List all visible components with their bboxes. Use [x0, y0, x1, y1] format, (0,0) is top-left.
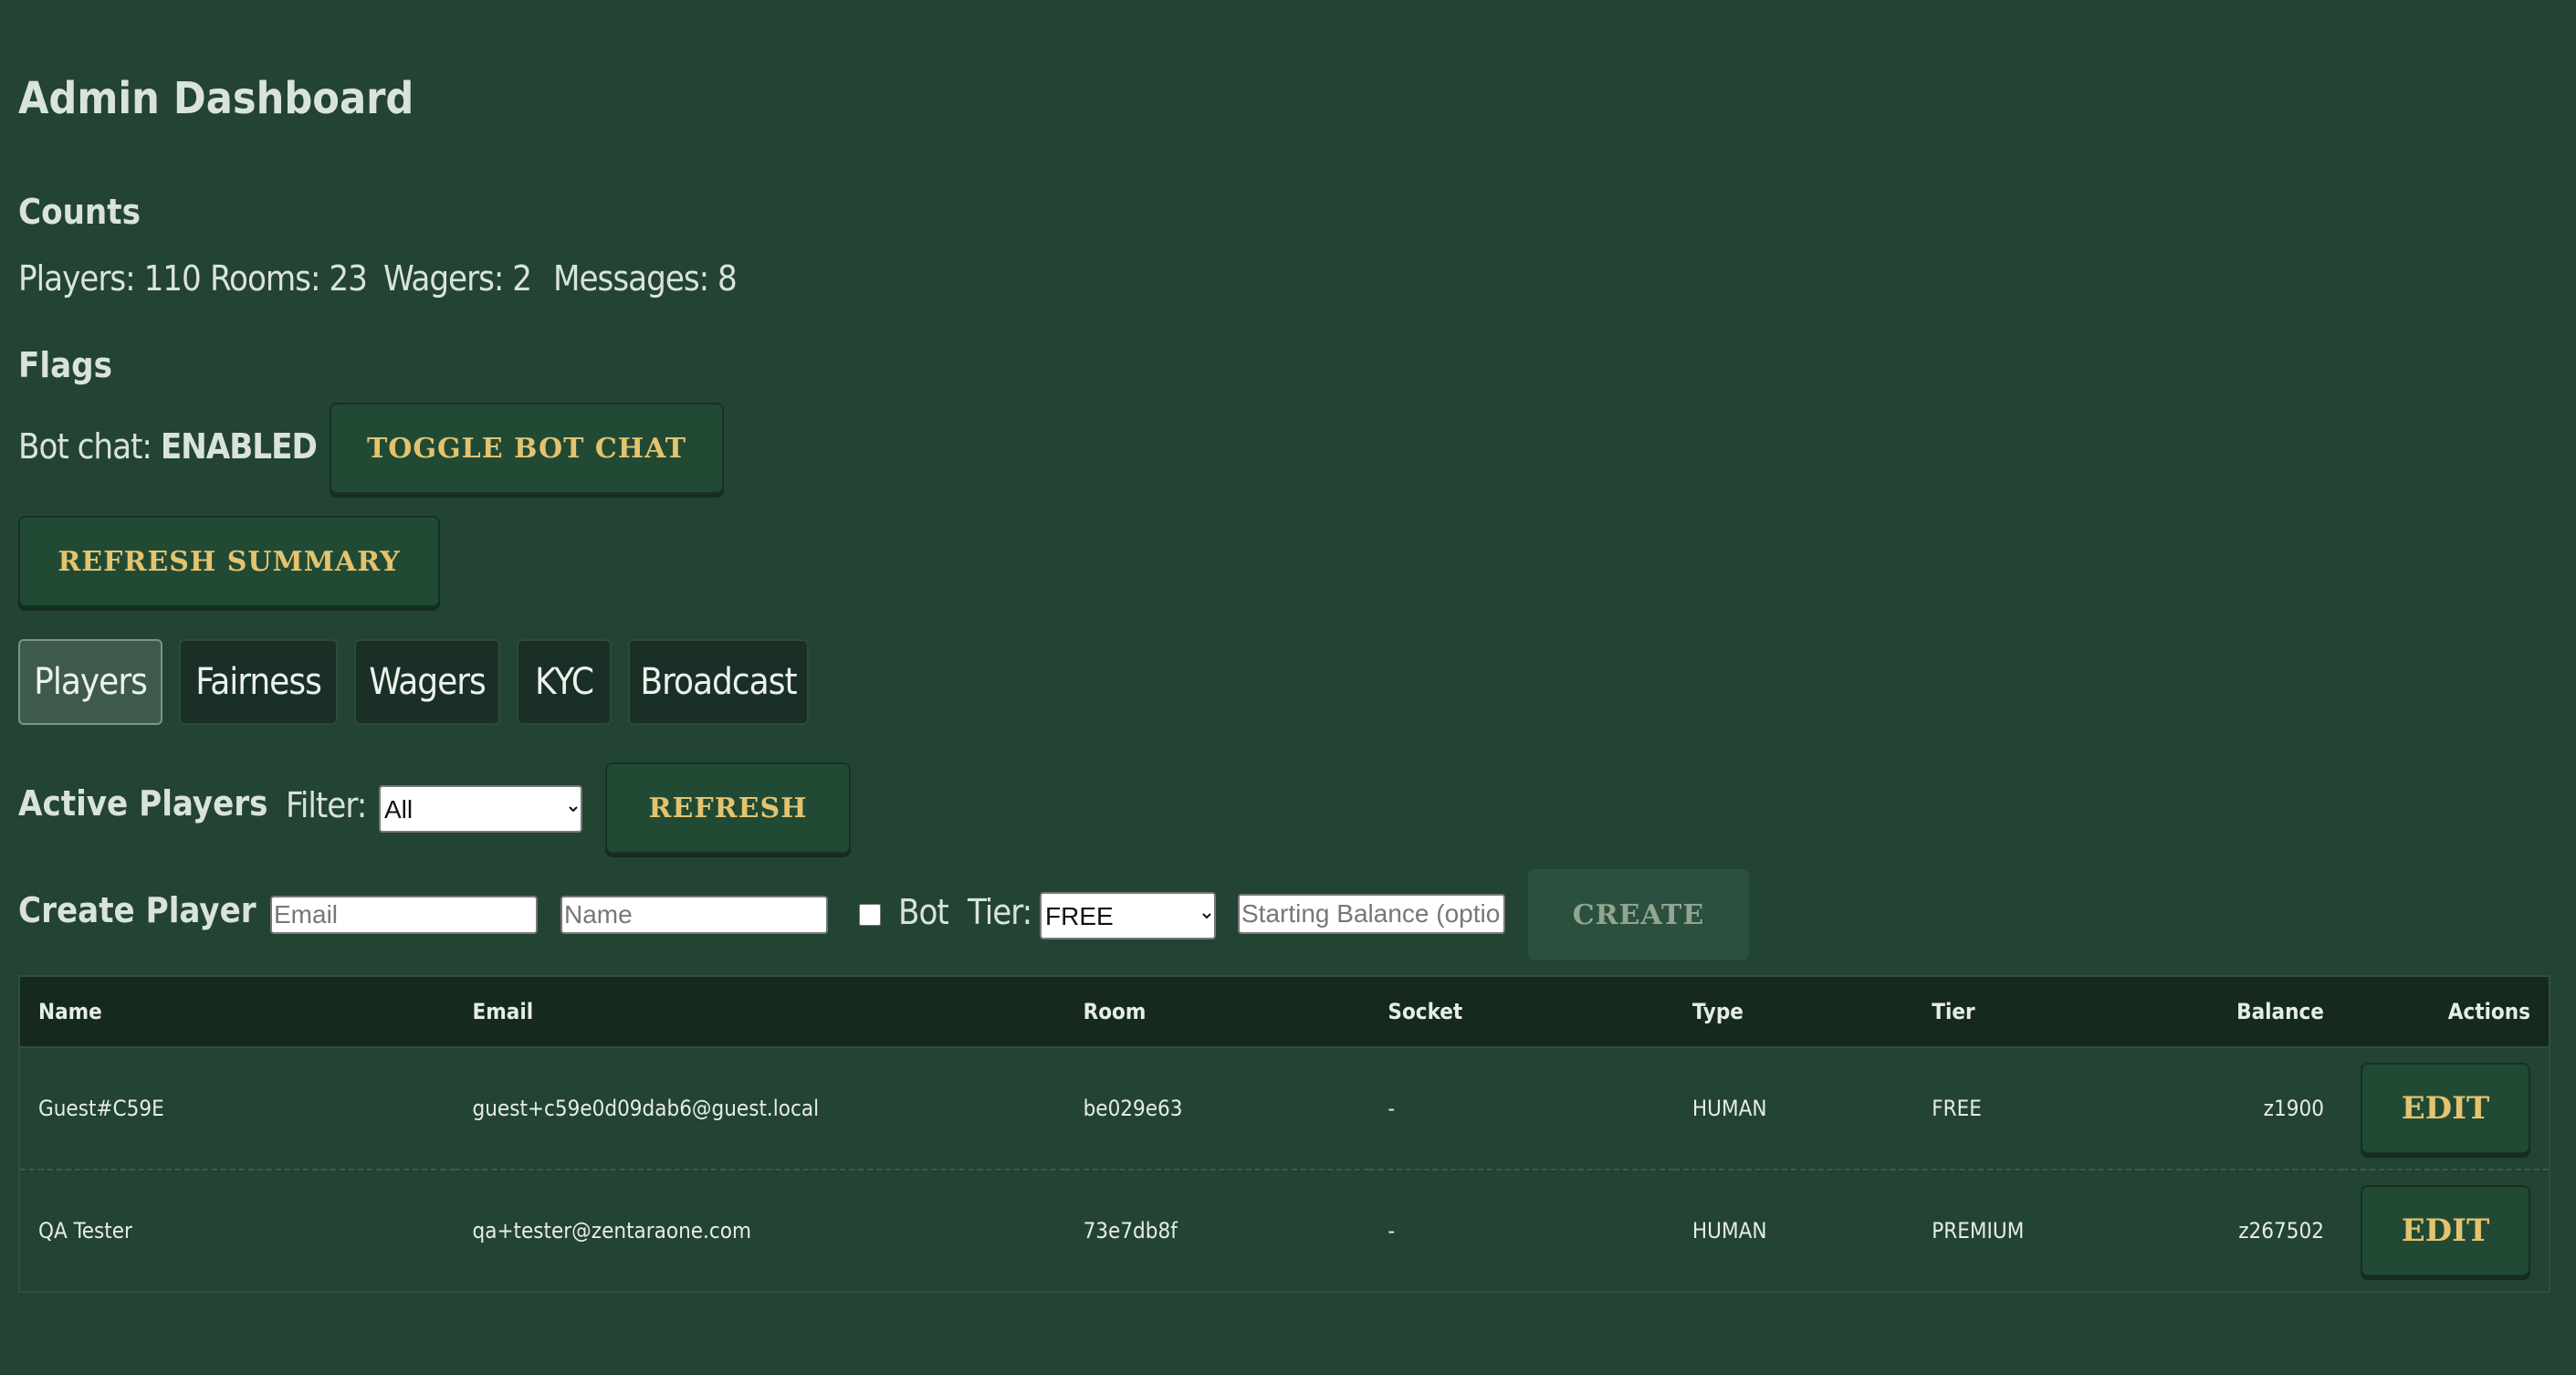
cell-actions: EDIT — [2341, 1170, 2550, 1293]
cell-name: Guest#C59E — [19, 1047, 455, 1170]
edit-button[interactable]: EDIT — [2361, 1063, 2530, 1154]
flags-heading: Flags — [18, 345, 112, 385]
column-header-balance: Balance — [2140, 976, 2342, 1048]
active-players-heading: Active Players — [18, 783, 268, 824]
bot-chat-value: ENABLED — [160, 426, 318, 467]
column-header-type: Type — [1673, 976, 1914, 1048]
wagers-count: Wagers: 2 — [383, 258, 532, 299]
column-header-tier: Tier — [1913, 976, 2141, 1048]
page-title: Admin Dashboard — [18, 73, 414, 124]
column-header-email: Email — [454, 976, 1065, 1048]
cell-actions: EDIT — [2341, 1047, 2550, 1170]
refresh-players-button[interactable]: REFRESH — [605, 762, 851, 854]
bot-checkbox[interactable] — [859, 904, 881, 926]
tier-label: Tier: — [968, 892, 1032, 932]
email-field[interactable] — [270, 896, 538, 934]
toggle-bot-chat-button[interactable]: TOGGLE BOT CHAT — [330, 403, 724, 494]
table-row: Guest#C59E guest+c59e0d09dab6@guest.loca… — [19, 1047, 2550, 1170]
tier-select[interactable]: FREE — [1040, 892, 1216, 939]
column-header-socket: Socket — [1369, 976, 1674, 1048]
column-header-actions: Actions — [2341, 976, 2550, 1048]
cell-room: be029e63 — [1064, 1047, 1370, 1170]
table-row: QA Tester qa+tester@zentaraone.com 73e7d… — [19, 1170, 2550, 1293]
admin-dashboard-page: Admin Dashboard Counts Players: 110 Room… — [0, 0, 2576, 1375]
cell-tier: FREE — [1913, 1047, 2141, 1170]
cell-type: HUMAN — [1673, 1047, 1914, 1170]
create-player-button[interactable]: CREATE — [1528, 869, 1749, 960]
starting-balance-field[interactable] — [1238, 894, 1505, 934]
tab-wagers[interactable]: Wagers — [354, 639, 500, 725]
column-header-room: Room — [1064, 976, 1370, 1048]
cell-socket: - — [1369, 1170, 1674, 1293]
tab-kyc[interactable]: KYC — [517, 639, 612, 725]
tab-broadcast[interactable]: Broadcast — [628, 639, 809, 725]
messages-count: Messages: 8 — [553, 258, 738, 299]
tab-players[interactable]: Players — [18, 639, 162, 725]
cell-balance: z1900 — [2140, 1047, 2342, 1170]
table-header-row: Name Email Room Socket Type Tier Balance… — [19, 976, 2550, 1048]
counts-heading: Counts — [18, 192, 141, 232]
cell-tier: PREMIUM — [1913, 1170, 2141, 1293]
cell-name: QA Tester — [19, 1170, 455, 1293]
cell-room: 73e7db8f — [1064, 1170, 1370, 1293]
tab-fairness[interactable]: Fairness — [179, 639, 338, 725]
players-table: Name Email Room Socket Type Tier Balance… — [18, 975, 2550, 1293]
filter-label: Filter: — [286, 785, 367, 825]
bot-chat-status: Bot chat: ENABLED — [18, 426, 318, 467]
players-count: Players: 110 — [18, 258, 202, 299]
cell-socket: - — [1369, 1047, 1674, 1170]
column-header-name: Name — [19, 976, 455, 1048]
cell-email: guest+c59e0d09dab6@guest.local — [454, 1047, 1065, 1170]
name-field[interactable] — [560, 896, 828, 934]
filter-select[interactable]: All — [379, 785, 582, 833]
edit-button[interactable]: EDIT — [2361, 1185, 2530, 1276]
cell-type: HUMAN — [1673, 1170, 1914, 1293]
rooms-count: Rooms: 23 — [210, 258, 368, 299]
cell-email: qa+tester@zentaraone.com — [454, 1170, 1065, 1293]
create-player-heading: Create Player — [18, 890, 257, 930]
bot-chat-label: Bot chat: — [18, 426, 152, 467]
refresh-summary-button[interactable]: REFRESH SUMMARY — [18, 516, 440, 607]
bot-label: Bot — [898, 892, 949, 932]
cell-balance: z267502 — [2140, 1170, 2342, 1293]
